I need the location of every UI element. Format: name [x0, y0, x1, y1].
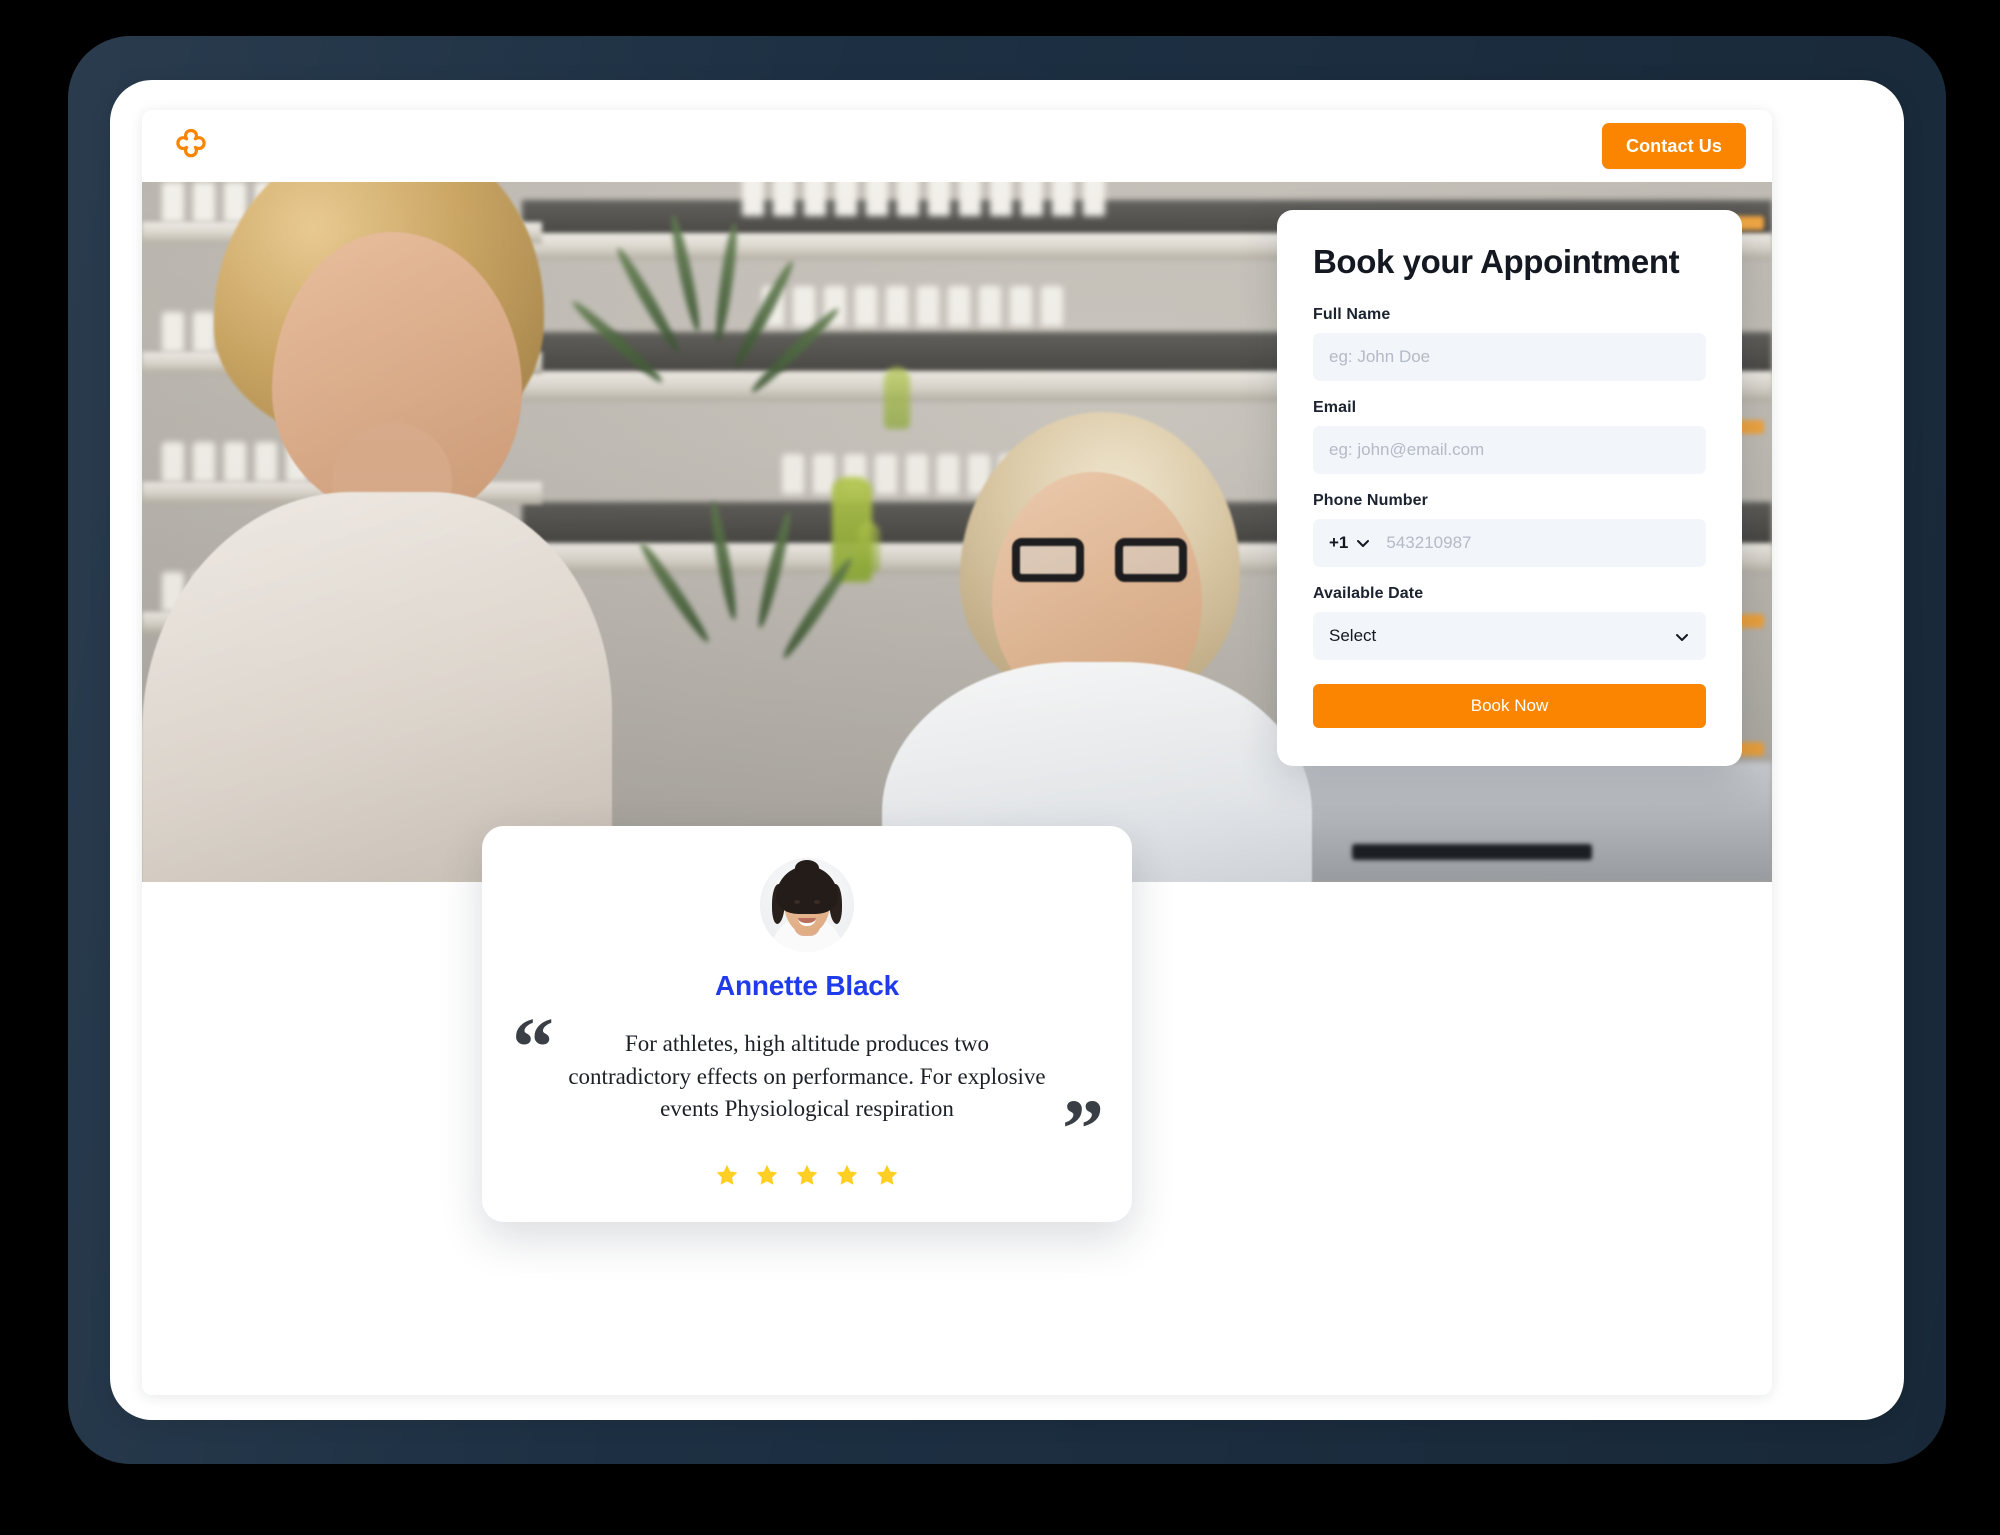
webpage-viewport: Contact Us Book your Appointment Full Na…: [142, 110, 1772, 1395]
star-icon: [834, 1162, 860, 1188]
star-icon: [714, 1162, 740, 1188]
full-name-input[interactable]: [1313, 333, 1706, 382]
testimonial-card: Annette Black “ For athletes, high altit…: [482, 826, 1132, 1222]
quote-close-icon: ”: [1062, 1082, 1104, 1176]
reviewer-name: Annette Black: [714, 970, 900, 1001]
booking-form-title: Book your Appointment: [1313, 243, 1680, 280]
field-email: Email: [1313, 399, 1706, 475]
phone-number-label: Phone Number: [1313, 492, 1428, 510]
screenshot-stage: Contact Us Book your Appointment Full Na…: [0, 0, 2000, 1535]
available-date-label: Available Date: [1313, 585, 1424, 603]
site-header: Contact Us: [142, 110, 1772, 182]
phone-number-input[interactable]: [1378, 519, 1690, 568]
booking-form-card: Book your Appointment Full Name Email Ph…: [1277, 210, 1742, 767]
device-body: Contact Us Book your Appointment Full Na…: [110, 80, 1904, 1420]
hero-person-pharmacist: [882, 352, 1312, 882]
full-name-label: Full Name: [1313, 306, 1391, 324]
quote-open-icon: “: [512, 1001, 554, 1094]
book-now-button[interactable]: Book Now: [1313, 684, 1706, 729]
hero-person-customer: [142, 182, 682, 882]
reviewer-avatar: [760, 858, 854, 952]
medical-cross-logo-icon[interactable]: [168, 123, 214, 169]
star-icon: [874, 1162, 900, 1188]
star-icon: [794, 1162, 820, 1188]
phone-input-row: +1: [1313, 519, 1706, 568]
contact-us-button[interactable]: Contact Us: [1601, 123, 1746, 169]
chevron-down-icon: [1672, 627, 1690, 645]
rating-stars: [526, 1162, 1088, 1188]
email-input[interactable]: [1313, 426, 1706, 475]
available-date-select[interactable]: Select: [1313, 612, 1706, 661]
field-available-date: Available Date Select: [1313, 585, 1706, 661]
email-label: Email: [1313, 399, 1357, 417]
available-date-selected-value: Select: [1329, 626, 1377, 646]
quote-text: For athletes, high altitude produces two…: [568, 1031, 1046, 1122]
field-phone-number: Phone Number +1: [1313, 492, 1706, 568]
quote-block: “ For athletes, high altitude produces t…: [512, 1006, 1104, 1172]
chevron-down-icon[interactable]: [1354, 534, 1372, 552]
star-icon: [754, 1162, 780, 1188]
field-full-name: Full Name: [1313, 306, 1706, 382]
country-code-value[interactable]: +1: [1329, 533, 1348, 553]
